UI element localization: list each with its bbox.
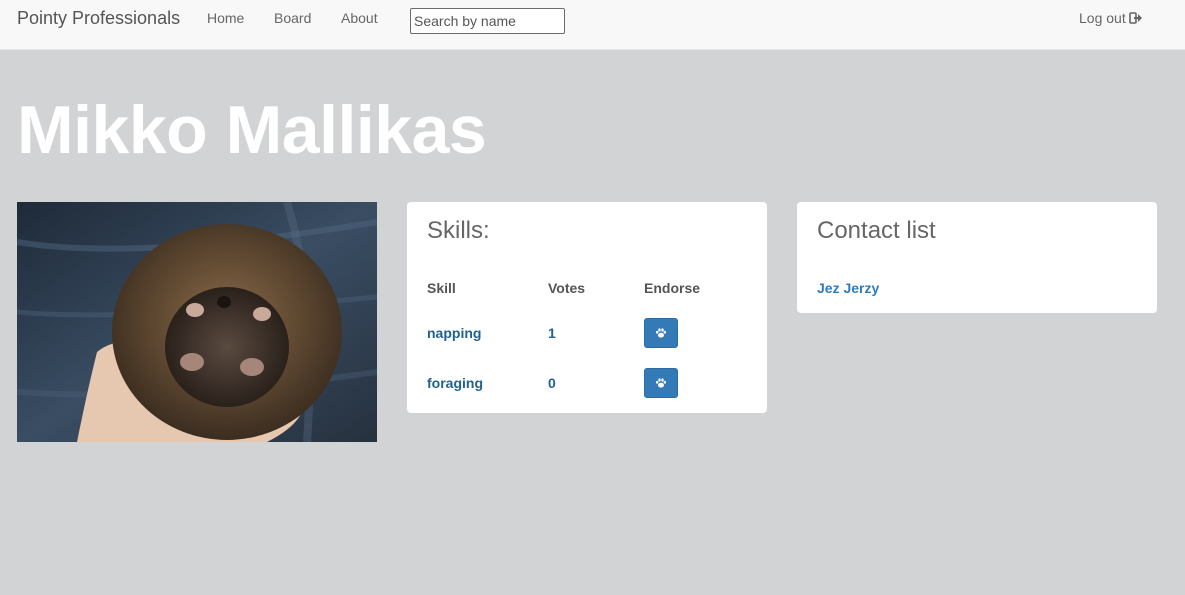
nav-home[interactable]: Home	[207, 10, 244, 26]
profile-name: Mikko Mallikas	[17, 92, 487, 168]
contact-link[interactable]: Jez Jerzy	[817, 280, 879, 296]
skills-card: Skills: Skill Votes Endorse napping 1 fo…	[407, 202, 767, 413]
logout-icon	[1128, 12, 1142, 24]
endorse-header: Endorse	[644, 280, 701, 296]
navbar: Pointy Professionals Home Board About Lo…	[0, 0, 1185, 50]
brand-link[interactable]: Pointy Professionals	[17, 8, 180, 29]
paw-icon	[656, 328, 666, 338]
logout-link[interactable]: Log out	[1079, 10, 1143, 26]
profile-photo	[17, 202, 377, 442]
skills-title: Skills:	[427, 217, 490, 244]
paw-icon	[656, 378, 666, 388]
skill-link[interactable]: foraging	[427, 375, 483, 391]
skill-votes: 1	[548, 325, 556, 341]
search-input[interactable]	[410, 8, 565, 34]
endorse-button[interactable]	[644, 318, 678, 348]
contact-title: Contact list	[817, 217, 936, 244]
logout-label: Log out	[1079, 10, 1126, 26]
skill-votes: 0	[548, 375, 556, 391]
endorse-button[interactable]	[644, 368, 678, 398]
contact-card: Contact list Jez Jerzy	[797, 202, 1157, 313]
nav-about[interactable]: About	[341, 10, 378, 26]
skill-link[interactable]: napping	[427, 325, 481, 341]
nav-board[interactable]: Board	[274, 10, 311, 26]
votes-header: Votes	[548, 280, 586, 296]
hedgehog-photo	[17, 202, 377, 442]
skill-header: Skill	[427, 280, 456, 296]
